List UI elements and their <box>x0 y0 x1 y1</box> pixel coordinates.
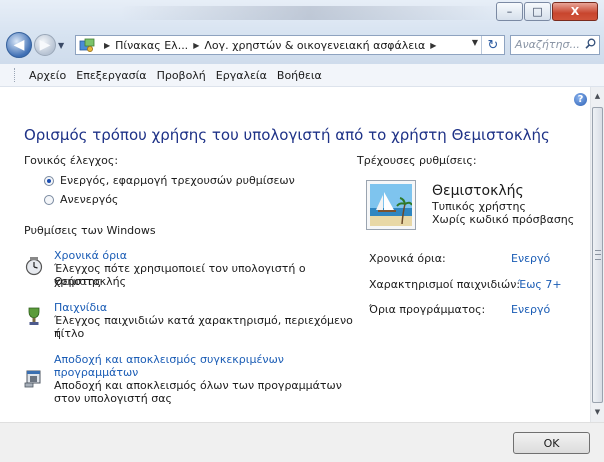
scroll-thumb[interactable] <box>592 107 603 403</box>
scroll-down-icon[interactable]: ▼ <box>591 405 604 419</box>
time-limits-desc-2: Θεμιστοκλής <box>54 275 127 288</box>
address-bar[interactable]: ▶ Πίνακας Ελ... ▶ Λογ. χρηστών & οικογεν… <box>75 35 505 55</box>
content-pane: ? Ορισμός τρόπου χρήσης του υπολογιστή α… <box>0 87 590 422</box>
control-panel-icon <box>79 38 95 52</box>
menu-view[interactable]: Προβολή <box>152 69 211 82</box>
parental-control-label: Γονικός έλεγχος: <box>24 154 119 167</box>
menu-tools[interactable]: Εργαλεία <box>211 69 272 82</box>
magnifier-icon <box>585 38 596 49</box>
close-button[interactable]: X <box>552 2 598 21</box>
radio-option-on[interactable]: Ενεργός, εφαρμογή τρεχουσών ρυθμίσεων <box>44 174 295 187</box>
programs-icon <box>24 370 41 388</box>
search-icon[interactable] <box>585 38 596 52</box>
programs-desc-1: Αποδοχή και αποκλεισμός όλων των προγραμ… <box>54 379 342 392</box>
user-picture-frame <box>366 180 416 230</box>
user-type: Τυπικός χρήστης <box>432 200 526 213</box>
windows-settings-heading: Ρυθμίσεις των Windows <box>24 224 156 237</box>
setting-program-limits-value[interactable]: Ενεργό <box>511 303 550 316</box>
address-dropdown-icon[interactable]: ▼ <box>472 38 478 47</box>
task-time-limits: Χρονικά όρια Έλεγχος πότε χρησιμοποιεί τ… <box>24 249 364 289</box>
games-desc-2: τίτλο <box>54 327 85 340</box>
scroll-up-icon[interactable]: ▲ <box>591 89 604 103</box>
task-games: Παιχνίδια Έλεγχος παιχνιδιών κατά χαρακτ… <box>24 301 364 341</box>
current-settings-label: Τρέχουσες ρυθμίσεις: <box>357 154 477 167</box>
radio-button[interactable] <box>44 194 54 205</box>
menu-bar: Αρχείο Επεξεργασία Προβολή Εργαλεία Βοήθ… <box>0 64 604 87</box>
time-limits-link[interactable]: Χρονικά όρια <box>54 249 127 262</box>
minimize-button[interactable]: – <box>496 2 523 21</box>
refresh-icon[interactable]: ↻ <box>481 36 504 54</box>
search-input[interactable]: Αναζήτησ... <box>510 35 600 55</box>
back-arrow-icon: ◀ <box>13 37 25 53</box>
recent-pages-dropdown[interactable]: ▼ <box>58 41 68 50</box>
games-icon <box>28 307 40 325</box>
user-name: Θεμιστοκλής <box>432 183 524 199</box>
search-placeholder: Αναζήτησ... <box>515 38 580 51</box>
window-controls: – □ X <box>495 2 598 21</box>
menu-help[interactable]: Βοήθεια <box>272 69 327 82</box>
forward-arrow-icon: ▶ <box>39 37 51 53</box>
ok-button[interactable]: OK <box>513 432 590 454</box>
setting-time-limits-label: Χρονικά όρια: <box>369 252 446 265</box>
user-avatar <box>370 184 412 226</box>
parental-controls-window: – □ X ◀ ▶ ▼ ▶ Πίνακας Ελ... ▶ Λογ. χρηστ… <box>0 0 604 462</box>
setting-game-ratings-value[interactable]: Έως 7+ <box>518 278 562 291</box>
scroll-grip-icon <box>595 250 601 260</box>
task-programs: Αποδοχή και αποκλεισμός συγκεκριμένων πρ… <box>24 353 364 409</box>
radio-option-off[interactable]: Ανενεργός <box>44 193 118 206</box>
beach-picture-icon <box>370 184 412 226</box>
forward-button[interactable]: ▶ <box>34 34 56 56</box>
breadcrumb-separator-icon: ▶ <box>193 40 200 50</box>
help-icon[interactable]: ? <box>574 93 587 106</box>
vertical-scrollbar[interactable]: ▲ ▼ <box>590 87 604 422</box>
button-bar: OK <box>0 422 604 462</box>
setting-time-limits-value[interactable]: Ενεργό <box>511 252 550 265</box>
programs-link-2[interactable]: προγραμμάτων <box>54 366 138 379</box>
breadcrumb-control-panel[interactable]: Πίνακας Ελ... <box>115 39 188 52</box>
breadcrumb-separator-icon: ▶ <box>104 40 111 50</box>
menu-edit[interactable]: Επεξεργασία <box>71 69 151 82</box>
breadcrumb-separator-icon[interactable]: ▶ <box>430 41 436 50</box>
setting-game-ratings-label: Χαρακτηρισμοί παιχνιδιών: <box>369 278 521 291</box>
menu-file[interactable]: Αρχείο <box>24 69 71 82</box>
navigation-buttons: ◀ ▶ ▼ <box>6 32 68 58</box>
user-password-status: Χωρίς κωδικό πρόσβασης <box>432 213 575 226</box>
window-chrome: – □ X ◀ ▶ ▼ ▶ Πίνακας Ελ... ▶ Λογ. χρηστ… <box>0 0 604 64</box>
clock-icon <box>25 257 43 276</box>
breadcrumb-user-accounts[interactable]: Λογ. χρηστών & οικογενειακή ασφάλεια <box>204 39 425 52</box>
menu-grip <box>14 68 18 82</box>
programs-link-1[interactable]: Αποδοχή και αποκλεισμός συγκεκριμένων <box>54 353 284 366</box>
radio-button-selected[interactable] <box>44 175 54 186</box>
back-button[interactable]: ◀ <box>6 32 32 58</box>
radio-label: Ενεργός, εφαρμογή τρεχουσών ρυθμίσεων <box>60 174 295 187</box>
maximize-button[interactable]: □ <box>524 2 551 21</box>
setting-program-limits-label: Όρια προγράμματος: <box>369 303 486 316</box>
page-title: Ορισμός τρόπου χρήσης του υπολογιστή από… <box>24 126 550 144</box>
radio-label: Ανενεργός <box>60 193 119 206</box>
games-link[interactable]: Παιχνίδια <box>54 301 107 314</box>
programs-desc-2: στον υπολογιστή σας <box>54 392 172 405</box>
title-bar-blur <box>120 6 500 20</box>
